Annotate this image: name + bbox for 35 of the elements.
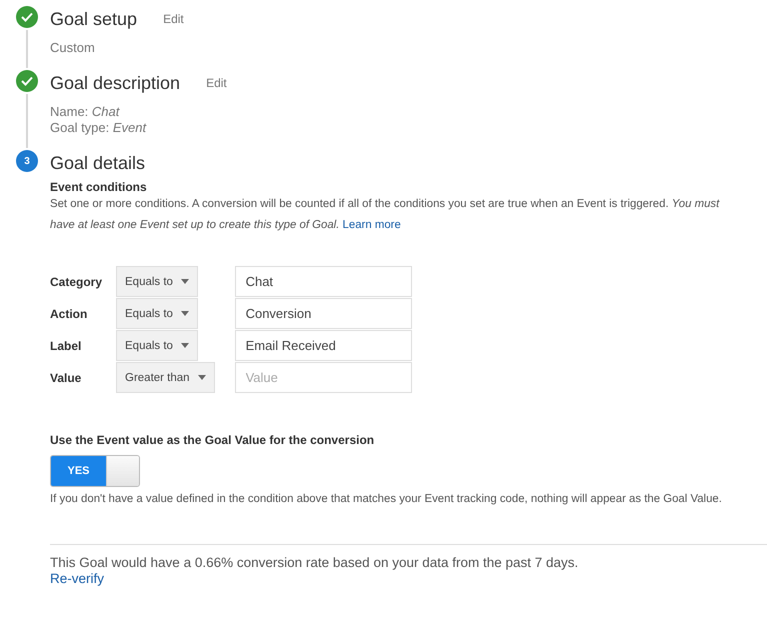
checkmark-icon xyxy=(16,6,38,28)
step-summary: Name: Chat xyxy=(50,104,121,120)
note-text: If you don't have a value defined in the condition above that matches your Event tracking code, nothing will appear as the Goal Value. xyxy=(50,492,723,507)
learn-more-link[interactable]: Learn more xyxy=(342,219,401,231)
condition-label: Category xyxy=(50,274,104,288)
caret-icon xyxy=(198,375,206,380)
operator-dropdown[interactable]: Greater than xyxy=(116,362,215,393)
step-summary: Custom xyxy=(50,40,96,56)
conversion-rate-text: This Goal would have a 0.66% conversion rate based on your data from the past 7 days. xyxy=(50,555,580,570)
condition-label: Value xyxy=(50,370,82,384)
condition-input[interactable]: Value xyxy=(234,362,412,393)
step-summary: Goal type: Event xyxy=(50,120,148,136)
condition-input[interactable]: Conversion xyxy=(234,298,412,329)
condition-input[interactable]: Chat xyxy=(234,266,412,297)
section-heading: Use the Event value as the Goal Value for the conversion xyxy=(50,433,376,447)
condition-input[interactable]: Email Received xyxy=(234,330,412,361)
condition-label: Label xyxy=(50,338,82,352)
operator-dropdown[interactable]: Equals to xyxy=(116,298,198,329)
edit-link[interactable]: Edit xyxy=(206,76,227,90)
description-text: Set one or more conditions. A conversion will be counted if all of the conditions you set are true when an Event is triggered. You must have at least one Event set up to create this type of Goal. Learn more xyxy=(50,197,721,233)
section-heading: Event conditions xyxy=(50,180,148,194)
condition-label: Action xyxy=(50,306,88,320)
checkmark-icon xyxy=(16,70,38,92)
caret-icon xyxy=(180,311,189,316)
operator-dropdown[interactable]: Equals to xyxy=(116,330,198,361)
caret-icon xyxy=(180,343,189,348)
step-title: Goal description xyxy=(50,72,180,94)
step-number: 3 xyxy=(16,150,38,172)
edit-link[interactable]: Edit xyxy=(163,12,184,26)
step-title: Goal setup xyxy=(50,8,138,30)
caret-icon xyxy=(180,279,189,284)
step-title: Goal details xyxy=(50,152,146,174)
operator-dropdown[interactable]: Equals to xyxy=(116,266,198,297)
toggle-switch[interactable]: YES xyxy=(50,455,140,487)
re-verify-link[interactable]: Re-verify xyxy=(50,571,104,586)
